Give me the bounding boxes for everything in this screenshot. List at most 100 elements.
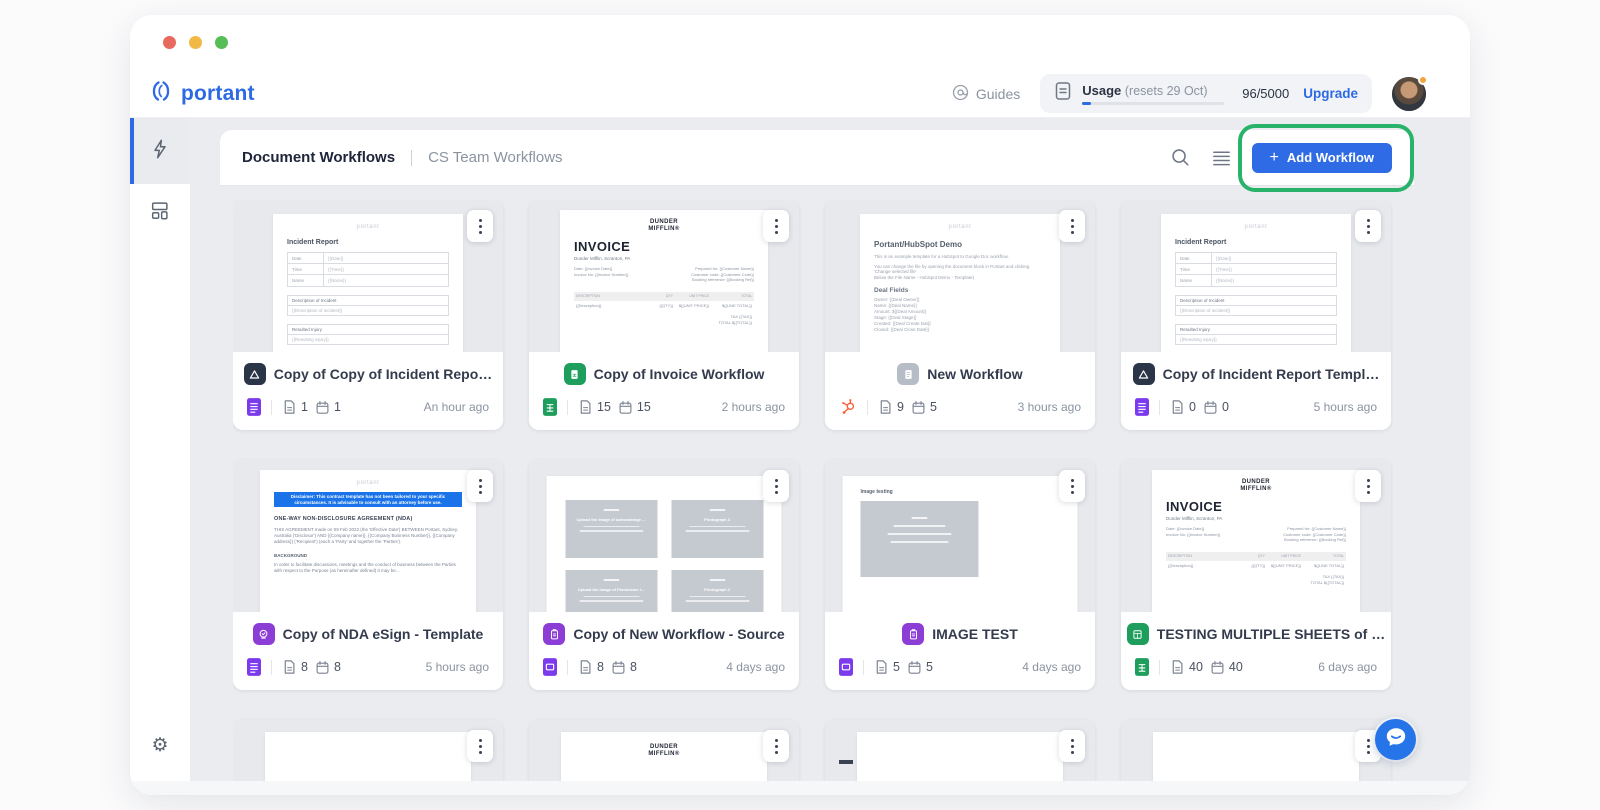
card-menu-button[interactable]	[763, 730, 789, 762]
brand-name: portant	[181, 82, 255, 106]
tab-document-workflows[interactable]: Document Workflows	[242, 149, 395, 166]
usage-progress-bar	[1082, 102, 1224, 105]
meta-divider	[567, 400, 568, 415]
workflow-card[interactable]: DUNDER MIFFLIN® INVOICE Dunder Mifflin, …	[529, 200, 799, 430]
workflow-grid: portant Incident Report Date{{Date}}Time…	[233, 200, 1393, 781]
workflow-title: TESTING MULTIPLE SHEETS of …	[1157, 626, 1385, 642]
slides-preview: Upload the image of acknowledge ...Photo…	[547, 476, 782, 612]
workflows-toolbar: Document Workflows CS Team Workflows + A…	[220, 130, 1414, 186]
workflow-thumbnail: DUNDER MIFFLIN® INVOICE Dunder Mifflin, …	[1121, 460, 1391, 612]
card-menu-button[interactable]	[1355, 470, 1381, 502]
workflow-title: Copy of Incident Report Templ…	[1163, 366, 1380, 382]
workflow-card[interactable]: portant Portant/HubSpot Demo This is an …	[825, 200, 1095, 430]
meta-divider	[1159, 400, 1160, 415]
meta-divider	[567, 660, 568, 675]
documents-icon	[282, 399, 297, 415]
card-menu-button[interactable]	[467, 730, 493, 762]
workflow-title: Copy of Invoice Workflow	[594, 366, 765, 382]
close-window-button[interactable]	[163, 36, 176, 49]
documents-count: 8	[301, 660, 308, 674]
add-workflow-button[interactable]: + Add Workflow	[1252, 143, 1392, 173]
docs-purple-file-icon	[247, 398, 261, 416]
upgrade-button[interactable]: Upgrade	[1303, 86, 1358, 101]
card-menu-button[interactable]	[763, 210, 789, 242]
workflow-thumbnail: portant Incident Report Date{{Date}}Time…	[233, 200, 503, 352]
sidebar-item-workflows[interactable]	[130, 118, 190, 184]
workflow-card[interactable]: portant Incident Report Date{{Date}}Time…	[233, 200, 503, 430]
sidebar-item-templates[interactable]	[130, 184, 190, 240]
search-button[interactable]	[1170, 147, 1191, 168]
workflow-card[interactable]: DUNDER MIFFLIN® INVOICE Dunder Mifflin, …	[1121, 460, 1391, 690]
image-test-preview: Image testing	[843, 476, 1078, 612]
incident-dark-icon	[244, 363, 266, 385]
docs-purple-file-icon	[247, 658, 261, 676]
chat-launcher[interactable]	[1375, 719, 1416, 760]
workflow-card[interactable]: portant Disclaimer: This contract templa…	[233, 460, 503, 690]
guides-icon	[952, 84, 969, 104]
calendar-icon	[315, 660, 330, 675]
window-bottom-edge	[130, 781, 1470, 795]
workflow-title: Copy of NDA eSign - Template	[283, 626, 484, 642]
card-menu-button[interactable]	[763, 470, 789, 502]
workflow-card[interactable]	[1121, 720, 1391, 781]
calendar-icon	[1203, 400, 1218, 415]
calendar-icon	[907, 660, 922, 675]
workflow-thumbnail: Image testing	[825, 460, 1095, 612]
card-menu-button[interactable]	[467, 210, 493, 242]
documents-icon	[578, 399, 593, 415]
tab-separator	[411, 150, 412, 166]
documents-icon	[282, 659, 297, 675]
card-menu-button[interactable]	[1059, 470, 1085, 502]
card-menu-button[interactable]	[1059, 730, 1085, 762]
calendar-icon	[315, 400, 330, 415]
workflow-card[interactable]: DUNDER MIFFLIN®	[529, 720, 799, 781]
meta-divider	[1159, 660, 1160, 675]
esign-purple-icon	[253, 623, 275, 645]
clipboard-purple-icon	[902, 623, 924, 645]
list-view-button[interactable]	[1211, 149, 1232, 167]
doc-preview-invoice: DUNDER MIFFLIN® INVOICE Dunder Mifflin, …	[1152, 470, 1360, 612]
sheets-green-file-icon	[1135, 658, 1149, 676]
app-header: portant Guides Usage (resets 29 Oct) 96/…	[130, 70, 1470, 118]
card-menu-button[interactable]	[1059, 210, 1085, 242]
minimize-window-button[interactable]	[189, 36, 202, 49]
workflow-card[interactable]	[825, 720, 1095, 781]
table-green-icon	[1127, 623, 1149, 645]
calendar-icon	[1210, 660, 1225, 675]
events-count: 5	[930, 400, 937, 414]
avatar[interactable]	[1392, 77, 1426, 111]
sheets-green-icon	[564, 363, 586, 385]
workflow-title: Copy of Copy of Incident Repo…	[274, 366, 493, 382]
documents-count: 15	[597, 400, 611, 414]
incident-dark-icon	[1133, 363, 1155, 385]
hubspot-file-icon	[839, 398, 857, 416]
card-menu-button[interactable]	[1355, 210, 1381, 242]
maximize-window-button[interactable]	[215, 36, 228, 49]
meta-divider	[271, 400, 272, 415]
workflow-card[interactable]: portant Incident Report Date{{Date}}Time…	[1121, 200, 1391, 430]
events-count: 0	[1222, 400, 1229, 414]
workflow-card[interactable]: Upload the image of acknowledge ...Photo…	[529, 460, 799, 690]
guides-button[interactable]: Guides	[952, 84, 1020, 104]
documents-count: 0	[1189, 400, 1196, 414]
meta-divider	[863, 660, 864, 675]
meta-divider	[867, 400, 868, 415]
workflow-card[interactable]: Image testing IMAGE TEST 5 5 4 days ago	[825, 460, 1095, 690]
workflow-thumbnail: DUNDER MIFFLIN® INVOICE Dunder Mifflin, …	[529, 200, 799, 352]
usage-reset-date: (resets 29 Oct)	[1125, 84, 1208, 98]
documents-icon	[578, 659, 593, 675]
documents-icon	[874, 659, 889, 675]
usage-count: 96/5000	[1242, 86, 1289, 101]
sidebar-item-settings[interactable]: ⚙	[130, 734, 190, 757]
workflow-thumbnail	[825, 720, 1095, 781]
last-activity: 2 hours ago	[722, 400, 785, 414]
doc-preview-blank	[857, 732, 1063, 781]
workflow-title: IMAGE TEST	[932, 626, 1018, 642]
card-menu-button[interactable]	[467, 470, 493, 502]
tab-cs-team-workflows[interactable]: CS Team Workflows	[428, 149, 562, 166]
app-window: portant Guides Usage (resets 29 Oct) 96/…	[130, 15, 1470, 795]
usage-meter: Usage (resets 29 Oct) 96/5000 Upgrade	[1040, 74, 1372, 113]
usage-label: Usage	[1082, 83, 1121, 98]
portant-logo[interactable]: portant	[148, 78, 255, 109]
workflow-card[interactable]	[233, 720, 503, 781]
